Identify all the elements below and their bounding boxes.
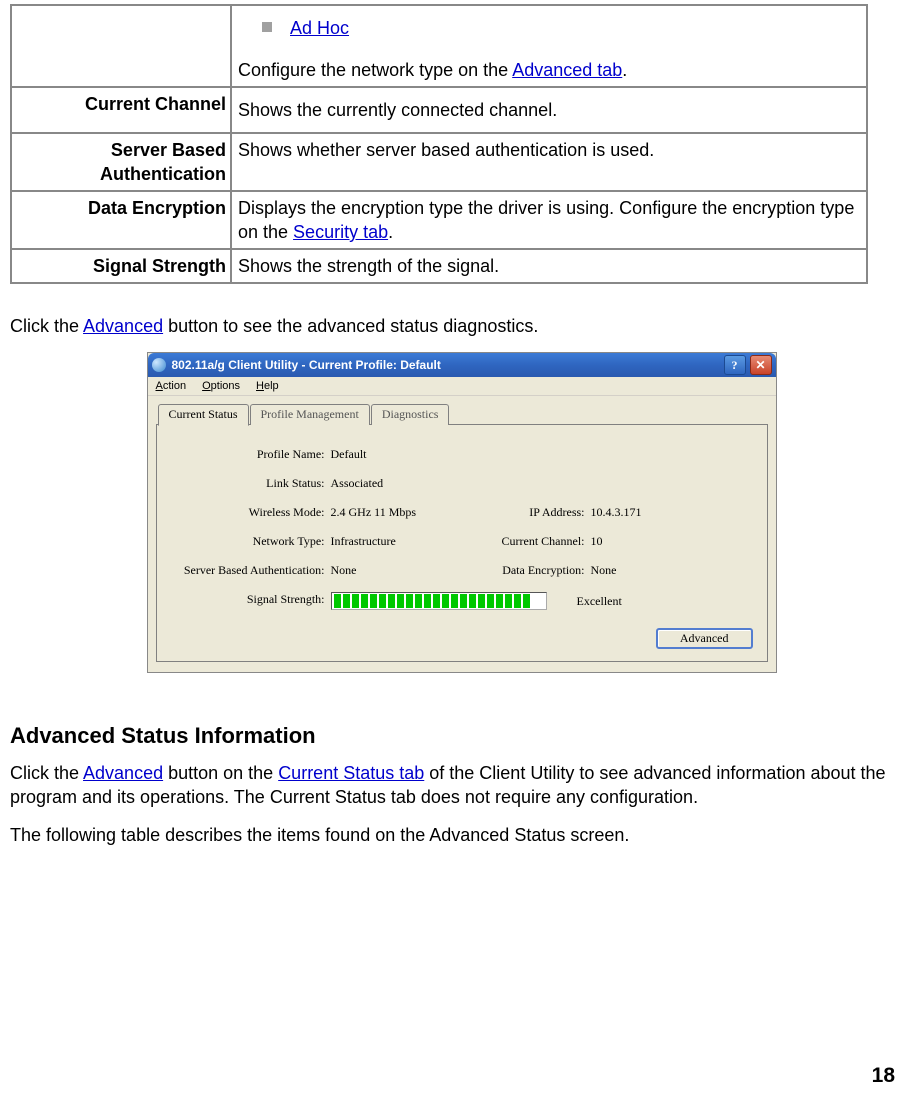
signal-strength-text: Excellent bbox=[577, 594, 622, 609]
advanced-status-para2: The following table describes the items … bbox=[10, 823, 913, 847]
server-auth-label: Server Based Authentication: bbox=[171, 563, 331, 578]
row-current-channel-label: Current Channel bbox=[11, 87, 231, 133]
window-title: 802.11a/g Client Utility - Current Profi… bbox=[172, 358, 724, 372]
para1-pre: Click the bbox=[10, 316, 83, 336]
network-type-label: Network Type: bbox=[171, 534, 331, 549]
status-table: Ad Hoc Configure the network type on the… bbox=[10, 4, 868, 284]
row-auth-content: Shows whether server based authenticatio… bbox=[231, 133, 867, 191]
ip-address-label: IP Address: bbox=[481, 505, 591, 520]
menu-help[interactable]: Help bbox=[256, 380, 279, 392]
server-auth-value: None bbox=[331, 563, 481, 578]
para1-post: button to see the advanced status diagno… bbox=[163, 316, 538, 336]
row-signal-content: Shows the strength of the signal. bbox=[231, 249, 867, 283]
tabs: Current Status Profile Management Diagno… bbox=[156, 402, 768, 425]
client-utility-window: 802.11a/g Client Utility - Current Profi… bbox=[147, 352, 777, 673]
menu-options[interactable]: Options bbox=[202, 380, 240, 392]
profile-name-value: Default bbox=[331, 447, 481, 462]
advanced-paragraph: Click the Advanced button to see the adv… bbox=[10, 314, 913, 338]
signal-strength-label: Signal Strength: bbox=[171, 592, 331, 610]
link-status-label: Link Status: bbox=[171, 476, 331, 491]
profile-name-label: Profile Name: bbox=[171, 447, 331, 462]
row-auth-label: Server Based Authentication bbox=[11, 133, 231, 191]
current-channel-label: Current Channel: bbox=[481, 534, 591, 549]
tab-diagnostics[interactable]: Diagnostics bbox=[371, 404, 450, 425]
menu-bar: Action Options Help bbox=[148, 377, 776, 396]
row-network-type-label bbox=[11, 5, 231, 87]
app-icon bbox=[152, 358, 166, 372]
security-tab-link[interactable]: Security tab bbox=[293, 222, 388, 242]
signal-strength-bar bbox=[331, 592, 547, 610]
p2-pre: Click the bbox=[10, 763, 83, 783]
row-current-channel-content: Shows the currently connected channel. bbox=[231, 87, 867, 133]
row0-text: Configure the network type on the bbox=[238, 60, 512, 80]
advanced-link-2[interactable]: Advanced bbox=[83, 763, 163, 783]
advanced-button[interactable]: Advanced bbox=[656, 628, 753, 649]
row-network-type-content: Ad Hoc Configure the network type on the… bbox=[231, 5, 867, 87]
window-titlebar[interactable]: 802.11a/g Client Utility - Current Profi… bbox=[148, 353, 776, 377]
row-signal-label: Signal Strength bbox=[11, 249, 231, 283]
current-channel-value: 10 bbox=[591, 534, 681, 549]
advanced-status-heading: Advanced Status Information bbox=[10, 723, 913, 749]
current-status-tab-link[interactable]: Current Status tab bbox=[278, 763, 424, 783]
page-number: 18 bbox=[872, 1064, 895, 1088]
data-encryption-value: None bbox=[591, 563, 681, 578]
row-encryption-label: Data Encryption bbox=[11, 191, 231, 249]
close-button-icon[interactable]: ✕ bbox=[750, 355, 772, 375]
row0-suffix: . bbox=[622, 60, 627, 80]
tab-profile-management[interactable]: Profile Management bbox=[250, 404, 370, 425]
bullet-icon bbox=[262, 22, 272, 32]
data-encryption-label: Data Encryption: bbox=[481, 563, 591, 578]
advanced-tab-link[interactable]: Advanced tab bbox=[512, 60, 622, 80]
tab-current-status[interactable]: Current Status bbox=[158, 404, 249, 426]
wireless-mode-value: 2.4 GHz 11 Mbps bbox=[331, 505, 481, 520]
ad-hoc-link[interactable]: Ad Hoc bbox=[290, 16, 349, 40]
ip-address-value: 10.4.3.171 bbox=[591, 505, 681, 520]
advanced-status-para1: Click the Advanced button on the Current… bbox=[10, 761, 913, 809]
help-button-icon[interactable]: ? bbox=[724, 355, 746, 375]
p2-mid: button on the bbox=[163, 763, 278, 783]
wireless-mode-label: Wireless Mode: bbox=[171, 505, 331, 520]
status-panel: Profile Name: Default Link Status: Assoc… bbox=[156, 425, 768, 662]
link-status-value: Associated bbox=[331, 476, 481, 491]
row3-suffix: . bbox=[388, 222, 393, 242]
network-type-value: Infrastructure bbox=[331, 534, 481, 549]
advanced-link-1[interactable]: Advanced bbox=[83, 316, 163, 336]
menu-action[interactable]: Action bbox=[156, 380, 187, 392]
row-encryption-content: Displays the encryption type the driver … bbox=[231, 191, 867, 249]
